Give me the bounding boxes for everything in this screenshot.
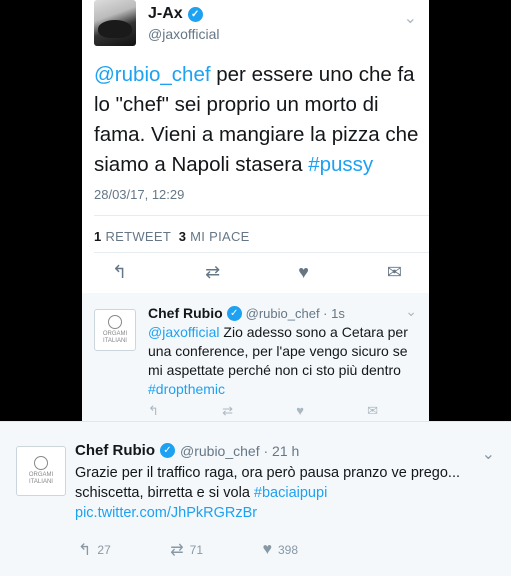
jax-avatar[interactable]: [94, 0, 136, 46]
tweet-timestamp[interactable]: 28/03/17, 12:29: [94, 187, 184, 202]
main-tweet: J-Ax ✓ @jaxofficial ⌄ @rubio_chef per es…: [82, 0, 429, 421]
chevron-down-icon[interactable]: ⌄: [482, 444, 495, 464]
tweet-actions: ↰ 27 ⇄ 71 ♥ 398: [78, 540, 298, 560]
heart-icon[interactable]: ♥: [296, 403, 304, 419]
tweet-text: Grazie per il traffico raga, ora però pa…: [75, 465, 461, 521]
chevron-down-icon[interactable]: ⌄: [405, 303, 417, 320]
pic-link[interactable]: pic.twitter.com/JhPkRGRzBr: [75, 505, 257, 521]
reply-text: @jaxofficial Zio adesso sono a Cetara pe…: [148, 324, 408, 397]
divider: [94, 215, 429, 216]
author-name[interactable]: Chef Rubio ✓ @rubio_chef · 21 h: [75, 442, 299, 459]
verified-icon: ✓: [226, 305, 242, 321]
retweet-icon[interactable]: ⇄: [205, 262, 220, 283]
reply-icon[interactable]: ↰: [148, 403, 159, 419]
verified-icon: ✓: [160, 443, 175, 458]
like-button[interactable]: ♥ 398: [262, 540, 298, 560]
orgami-logo[interactable]: ORGAMI ITALIANI: [94, 309, 136, 351]
hashtag-link[interactable]: #baciaipupi: [254, 485, 327, 501]
reply-button[interactable]: ↰ 27: [78, 540, 111, 560]
message-icon[interactable]: ✉: [387, 262, 402, 283]
tweet-stats: 1 RETWEET 3 MI PIACE: [94, 229, 250, 244]
reply-tweet: ORGAMI ITALIANI Chef Rubio ✓ @rubio_chef…: [82, 293, 429, 421]
reply-icon[interactable]: ↰: [112, 262, 127, 283]
verified-icon: ✓: [187, 6, 203, 22]
reply-author[interactable]: Chef Rubio ✓ @rubio_chef · 1s: [148, 305, 345, 321]
divider: [94, 252, 429, 253]
tweet-actions: ↰ ⇄ ♥ ✉: [112, 262, 402, 283]
heart-icon[interactable]: ♥: [298, 262, 309, 283]
mention-link[interactable]: @rubio_chef: [94, 63, 211, 86]
retweet-icon[interactable]: ⇄: [222, 403, 233, 419]
bottom-tweet: ORGAMI ITALIANI Chef Rubio ✓ @rubio_chef…: [0, 421, 511, 576]
hashtag-link[interactable]: #pussy: [308, 153, 373, 176]
mention-link[interactable]: @jaxofficial: [148, 324, 220, 340]
tweet-text: @rubio_chef per essere uno che fa lo "ch…: [94, 63, 419, 176]
retweet-button[interactable]: ⇄ 71: [170, 540, 203, 560]
chevron-down-icon[interactable]: ⌄: [404, 8, 417, 28]
heart-icon: ♥: [262, 541, 272, 558]
retweet-icon: ⇄: [170, 542, 184, 559]
author-handle[interactable]: @jaxofficial: [148, 26, 220, 42]
reply-icon: ↰: [78, 542, 92, 559]
reply-actions: ↰ ⇄ ♥ ✉: [148, 403, 378, 419]
message-icon[interactable]: ✉: [367, 403, 378, 419]
hashtag-link[interactable]: #dropthemic: [148, 381, 225, 397]
author-name[interactable]: J-Ax ✓: [148, 5, 203, 23]
orgami-logo[interactable]: ORGAMI ITALIANI: [16, 446, 66, 496]
